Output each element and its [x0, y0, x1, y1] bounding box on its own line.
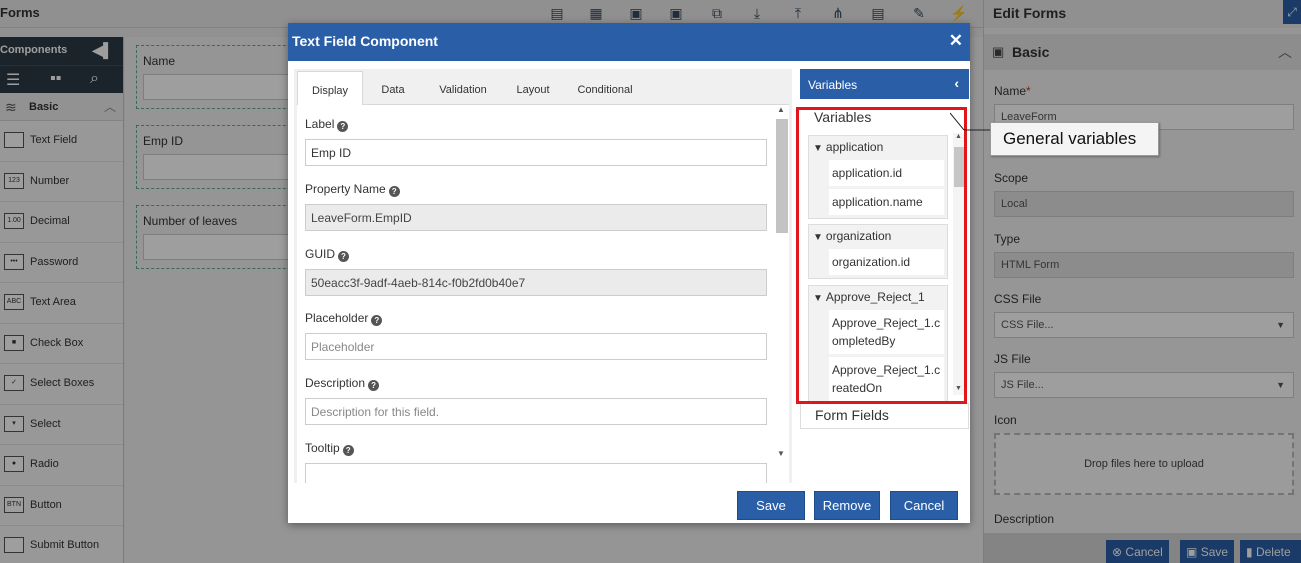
tab-validation[interactable]: Validation	[423, 71, 503, 105]
placeholder-label-text: Placeholder	[305, 311, 369, 325]
help-icon[interactable]: ?	[338, 251, 349, 262]
tab-conditional[interactable]: Conditional	[563, 71, 647, 105]
tab-data[interactable]: Data	[363, 71, 423, 105]
help-icon[interactable]: ?	[368, 380, 380, 391]
save-button[interactable]: Save	[737, 491, 805, 520]
general-variables-callout: General variables	[990, 122, 1159, 156]
tab-display[interactable]: Display	[297, 71, 363, 105]
label-group: Label? Emp ID	[305, 117, 767, 166]
guid-label: GUID?	[305, 247, 767, 262]
placeholder-label: Placeholder?	[305, 311, 767, 326]
remove-button[interactable]: Remove	[814, 491, 880, 520]
callout-pointer	[950, 112, 990, 131]
guid-group: GUID? 50eacc3f-9adf-4aeb-814c-f0b2fd0b40…	[305, 247, 767, 296]
cancel-button[interactable]: Cancel	[890, 491, 958, 520]
guid-input[interactable]: 50eacc3f-9adf-4aeb-814c-f0b2fd0b40e7	[305, 269, 767, 296]
help-icon[interactable]: ?	[388, 186, 400, 197]
property-name-label: Property Name?	[305, 182, 767, 197]
variables-header: Variables ‹	[800, 69, 969, 99]
form-fields-tab[interactable]: Form Fields	[800, 403, 969, 429]
tooltip-label: Tooltip?	[305, 441, 767, 456]
close-icon[interactable]: ✕	[949, 31, 963, 51]
chevron-left-icon[interactable]: ‹	[954, 75, 959, 91]
component-settings: Display Data Validation Layout Condition…	[294, 69, 792, 483]
description-label-text: Description	[305, 376, 366, 390]
scroll-down-icon[interactable]: ▼	[777, 449, 785, 458]
settings-tabs: Display Data Validation Layout Condition…	[297, 71, 789, 105]
text-field-component-dialog: Text Field Component ✕ Display Data Vali…	[288, 23, 970, 523]
tooltip-group: Tooltip?	[305, 441, 767, 483]
guid-label-text: GUID	[305, 247, 335, 261]
placeholder-group: Placeholder? Placeholder	[305, 311, 767, 360]
variables-highlight-box	[796, 107, 967, 404]
property-name-label-text: Property Name	[305, 182, 386, 196]
dialog-header: Text Field Component ✕	[288, 23, 970, 61]
property-name-input[interactable]: LeaveForm.EmpID	[305, 204, 767, 231]
variables-header-title: Variables	[808, 78, 858, 92]
tooltip-label-text: Tooltip	[305, 441, 340, 455]
help-icon[interactable]: ?	[371, 315, 383, 326]
form-fields-label: Form Fields	[815, 407, 889, 423]
display-form: Label? Emp ID Property Name? LeaveForm.E…	[297, 105, 789, 483]
label-label-text: Label	[305, 117, 335, 131]
form-scrollbar[interactable]: ▲ ▼	[775, 105, 788, 463]
dialog-title: Text Field Component	[292, 33, 438, 49]
scroll-thumb[interactable]	[776, 119, 788, 233]
placeholder-input[interactable]: Placeholder	[305, 333, 767, 360]
description-label: Description?	[305, 376, 767, 391]
description-group: Description? Description for this field.	[305, 376, 767, 425]
scroll-up-icon[interactable]: ▲	[777, 105, 785, 114]
description-input[interactable]: Description for this field.	[305, 398, 767, 425]
label-label: Label?	[305, 117, 767, 132]
property-name-group: Property Name? LeaveForm.EmpID	[305, 182, 767, 231]
tooltip-input[interactable]	[305, 463, 767, 483]
help-icon[interactable]: ?	[337, 121, 349, 132]
help-icon[interactable]: ?	[342, 445, 354, 456]
label-input[interactable]: Emp ID	[305, 139, 767, 166]
tab-layout[interactable]: Layout	[503, 71, 563, 105]
